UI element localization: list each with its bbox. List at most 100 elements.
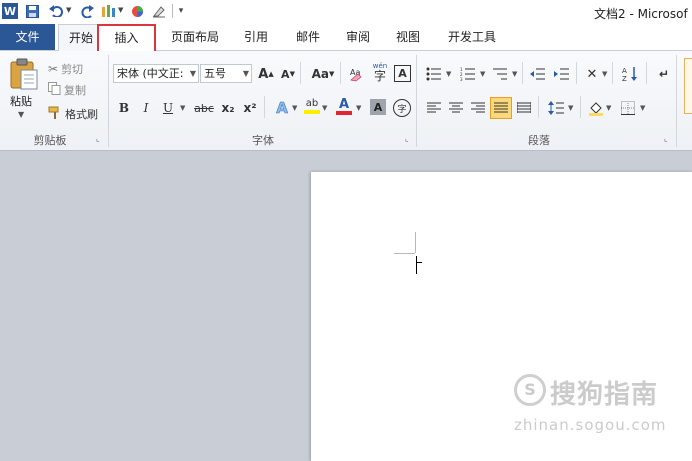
title-bar: W ▼ ▼ ▾ 文档2 - Microsof	[0, 0, 692, 24]
phonetic-guide-button[interactable]: wén 字	[370, 62, 390, 82]
save-icon[interactable]	[24, 3, 40, 19]
watermark-text: 搜狗指南	[550, 380, 659, 410]
highlight-button[interactable]: ab	[302, 96, 322, 116]
clear-icon[interactable]	[150, 3, 168, 19]
separator	[538, 96, 539, 118]
word-icon[interactable]: W	[2, 3, 18, 19]
show-marks-button[interactable]: ↵	[654, 64, 674, 84]
strikethrough-button[interactable]: abc	[192, 98, 216, 118]
shading-button[interactable]	[586, 98, 606, 118]
clipboard-launcher-icon[interactable]: ⌞	[96, 134, 105, 143]
text-effects-button[interactable]: A	[272, 98, 292, 118]
cut-label: 剪切	[61, 63, 84, 76]
chinese-layout-button[interactable]: ✕	[582, 64, 602, 84]
sort-button[interactable]: AZ	[620, 64, 640, 84]
superscript-button[interactable]: x²	[240, 98, 260, 118]
copy-button[interactable]: 复制	[48, 80, 86, 100]
italic-button[interactable]: I	[136, 98, 156, 118]
clear-formatting-button[interactable]: Aa	[346, 64, 366, 84]
chinese-layout-dropdown-icon[interactable]: ▼	[602, 70, 607, 78]
tab-file[interactable]: 文件	[0, 24, 55, 50]
format-painter-label: 格式刷	[65, 108, 98, 121]
grow-font-button[interactable]: A ▲	[256, 64, 276, 84]
clipboard-group-label: 剪贴板	[33, 134, 67, 147]
character-shading-button[interactable]: A	[370, 99, 386, 115]
paragraph-launcher-icon[interactable]: ⌞	[664, 134, 673, 143]
quick-tool-dropdown-icon[interactable]: ▼	[118, 6, 123, 14]
enclose-characters-button[interactable]: 字	[392, 98, 412, 118]
line-spacing-dropdown-icon[interactable]: ▼	[568, 104, 573, 112]
font-name-dropdown[interactable]: 宋体 (中文正: ▼	[113, 64, 199, 83]
numbering-button[interactable]: 123	[458, 64, 478, 84]
paste-icon[interactable]	[6, 56, 42, 92]
tab-page-layout[interactable]: 页面布局	[164, 24, 226, 50]
font-launcher-icon[interactable]: ⌞	[405, 134, 414, 143]
align-center-button[interactable]	[446, 98, 466, 118]
quick-tool-icon[interactable]	[100, 3, 118, 19]
change-case-button[interactable]: Aa ▼	[308, 64, 338, 84]
multilevel-list-button[interactable]	[490, 64, 510, 84]
separator	[646, 62, 647, 84]
separator	[580, 96, 581, 118]
tab-insert[interactable]: 插入	[97, 24, 156, 53]
subscript-button[interactable]: x₂	[218, 98, 238, 118]
increase-indent-button[interactable]	[552, 64, 572, 84]
tab-mailings[interactable]: 邮件	[288, 24, 328, 50]
borders-dropdown-icon[interactable]: ▼	[640, 104, 645, 112]
separator	[612, 62, 613, 84]
paste-button[interactable]: 粘贴	[10, 93, 32, 109]
group-separator	[676, 55, 677, 147]
styles-gallery-edge[interactable]	[684, 58, 692, 114]
character-border-button[interactable]: A	[394, 65, 411, 82]
tab-view[interactable]: 视图	[388, 24, 428, 50]
tab-references[interactable]: 引用	[236, 24, 276, 50]
bold-button[interactable]: B	[114, 98, 134, 118]
borders-button[interactable]	[618, 98, 638, 118]
numbering-dropdown-icon[interactable]: ▼	[480, 70, 485, 78]
line-spacing-button[interactable]	[546, 98, 566, 118]
copy-label: 复制	[64, 84, 86, 97]
group-separator	[108, 55, 109, 147]
bullets-dropdown-icon[interactable]: ▼	[446, 70, 451, 78]
redo-icon[interactable]	[78, 3, 96, 19]
text-effects-dropdown-icon[interactable]: ▼	[292, 104, 297, 112]
character-border-icon: A	[398, 67, 407, 80]
tab-developer[interactable]: 开发工具	[440, 24, 504, 50]
paste-dropdown-icon[interactable]: ▼	[18, 110, 24, 119]
svg-text:A: A	[622, 67, 627, 75]
customize-icon[interactable]: ▾	[176, 3, 186, 19]
separator	[340, 62, 341, 84]
underline-dropdown-icon[interactable]: ▼	[180, 104, 185, 112]
color-icon[interactable]	[128, 3, 146, 19]
undo-icon[interactable]	[46, 3, 66, 19]
margin-corner-mark	[415, 232, 416, 253]
tab-review[interactable]: 审阅	[338, 24, 378, 50]
format-painter-button[interactable]: 格式刷	[48, 104, 98, 124]
font-color-bar	[336, 110, 352, 115]
undo-dropdown-icon[interactable]: ▼	[66, 6, 71, 14]
font-color-dropdown-icon[interactable]: ▼	[356, 104, 361, 112]
shrink-font-button[interactable]: A ▼	[278, 64, 298, 84]
font-color-button[interactable]: A	[334, 96, 354, 116]
font-size-dropdown[interactable]: 五号 ▼	[200, 64, 252, 83]
copy-icon	[48, 82, 61, 98]
scissors-icon: ✂	[48, 62, 59, 76]
phonetic-guide-icon: 字	[373, 69, 386, 83]
align-left-button[interactable]	[424, 98, 444, 118]
align-right-button[interactable]	[468, 98, 488, 118]
cut-button[interactable]: ✂ 剪切	[48, 59, 83, 79]
watermark-url: zhinan.sogou.com	[514, 416, 667, 434]
svg-text:3: 3	[460, 77, 463, 81]
underline-button[interactable]: U	[158, 98, 178, 118]
svg-text:Z: Z	[622, 75, 627, 82]
shrink-font-icon: A	[281, 67, 290, 81]
shading-dropdown-icon[interactable]: ▼	[606, 104, 611, 112]
font-size-value: 五号	[204, 67, 226, 80]
decrease-indent-button[interactable]	[528, 64, 548, 84]
multilevel-dropdown-icon[interactable]: ▼	[512, 70, 517, 78]
justify-button[interactable]	[490, 97, 512, 119]
bullets-button[interactable]	[424, 64, 444, 84]
highlight-dropdown-icon[interactable]: ▼	[322, 104, 327, 112]
paragraph-group-label: 段落	[528, 134, 550, 147]
distributed-button[interactable]	[514, 98, 534, 118]
